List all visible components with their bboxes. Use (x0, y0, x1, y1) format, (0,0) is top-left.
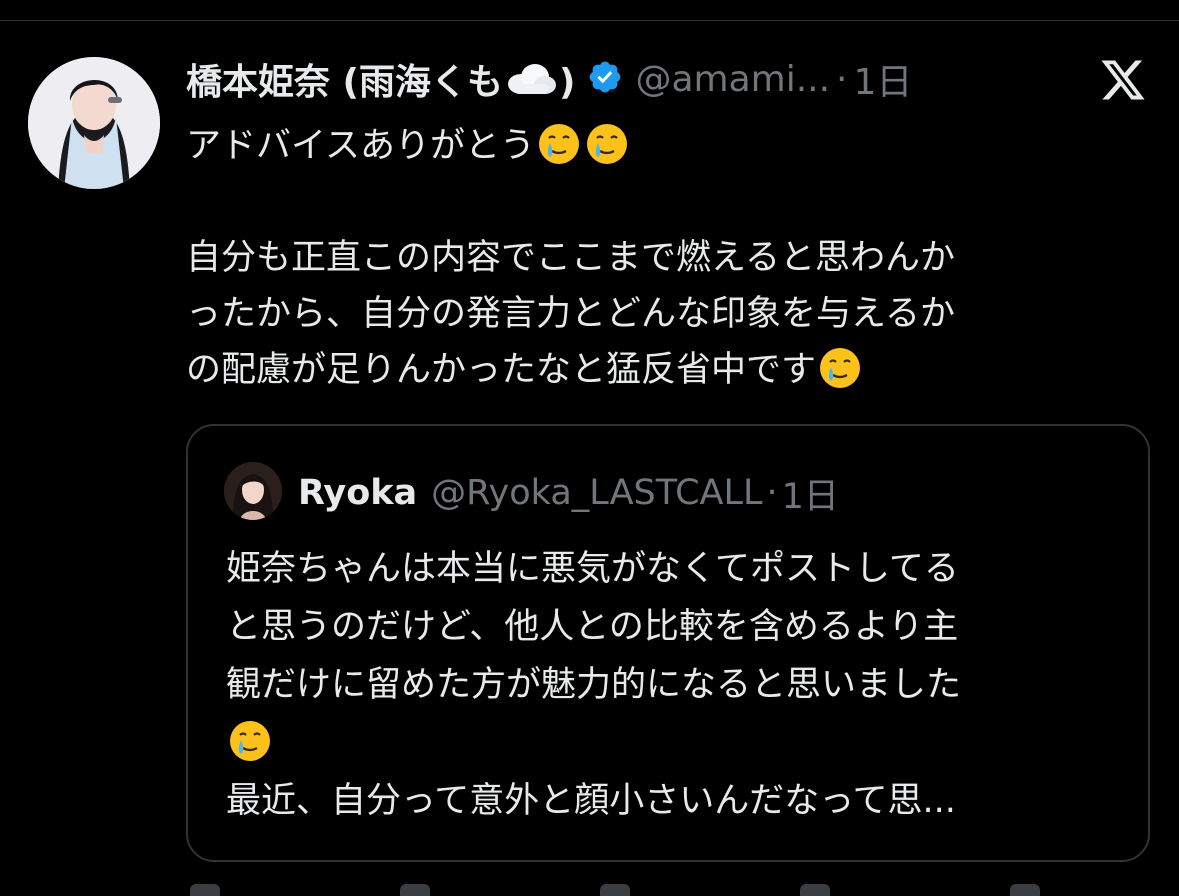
repost-icon[interactable] (400, 884, 430, 896)
author-name-suffix: ) (559, 61, 576, 103)
like-icon[interactable] (600, 884, 630, 896)
quoted-line: と思うのだけど、他人との比較を含めるより主 (226, 607, 959, 647)
holding-back-tears-emoji-icon (537, 122, 581, 166)
holding-back-tears-emoji-icon (228, 719, 272, 763)
quoted-line: 最近、自分って意外と顔小さいんだなって思... (226, 781, 956, 821)
post-time[interactable]: 1日 (854, 53, 913, 105)
author-name-text: 橋本姫奈 (雨海くも (186, 61, 503, 103)
holding-back-tears-emoji-icon (585, 122, 629, 166)
post-line: アドバイスありがとう (186, 118, 1146, 174)
post-line-text: の配慮が足りんかったなと猛反省中です (186, 350, 817, 390)
post-line: 自分も正直この内容でここまで燃えると思わんか (186, 238, 955, 278)
header-separator: · (836, 58, 848, 100)
views-icon[interactable] (800, 884, 830, 896)
verified-badge-icon[interactable] (587, 59, 623, 99)
quoted-header: Ryoka @Ryoka_LASTCALL · 1日 (298, 468, 839, 518)
post-line: の配慮が足りんかったなと猛反省中です (186, 342, 1146, 398)
quoted-text: 姫奈ちゃんは本当に悪気がなくてポストしてる と思うのだけど、他人との比較を含める… (226, 540, 1126, 830)
quoted-separator: · (766, 473, 778, 513)
cloud-emoji-icon (505, 62, 557, 105)
holding-back-tears-emoji-icon (818, 346, 862, 390)
quoted-display-name[interactable]: Ryoka (298, 473, 417, 513)
author-avatar[interactable] (28, 57, 160, 189)
post-line-text: アドバイスありがとう (186, 126, 535, 166)
post-text: アドバイスありがとう 自分も正直この内容でここまで燃えると思わんか ったから、自… (186, 118, 1146, 398)
quoted-handle[interactable]: @Ryoka_LASTCALL (431, 473, 762, 513)
quoted-line: 姫奈ちゃんは本当に悪気がなくてポストしてる (226, 549, 959, 589)
reply-icon[interactable] (190, 884, 220, 896)
tweet[interactable]: 橋本姫奈 (雨海くも) @amami... · 1日 アドバイスありがとう 自分… (0, 0, 1179, 896)
quoted-line: 観だけに留めた方が魅力的になると思いました (226, 665, 962, 705)
post-line: ったから、自分の発言力とどんな印象を与えるか (186, 294, 955, 334)
author-display-name[interactable]: 橋本姫奈 (雨海くも) (186, 53, 575, 106)
action-bar (0, 884, 1179, 896)
author-handle[interactable]: @amami... (635, 59, 830, 100)
x-logo-icon[interactable] (1099, 56, 1147, 104)
tweet-header: 橋本姫奈 (雨海くも) @amami... · 1日 (186, 54, 1086, 104)
quoted-post[interactable]: Ryoka @Ryoka_LASTCALL · 1日 姫奈ちゃんは本当に悪気がな… (186, 424, 1150, 862)
quoted-time[interactable]: 1日 (782, 468, 839, 519)
quoted-line (226, 714, 1126, 772)
share-icon[interactable] (1010, 884, 1040, 896)
quoted-author-avatar[interactable] (224, 462, 282, 520)
